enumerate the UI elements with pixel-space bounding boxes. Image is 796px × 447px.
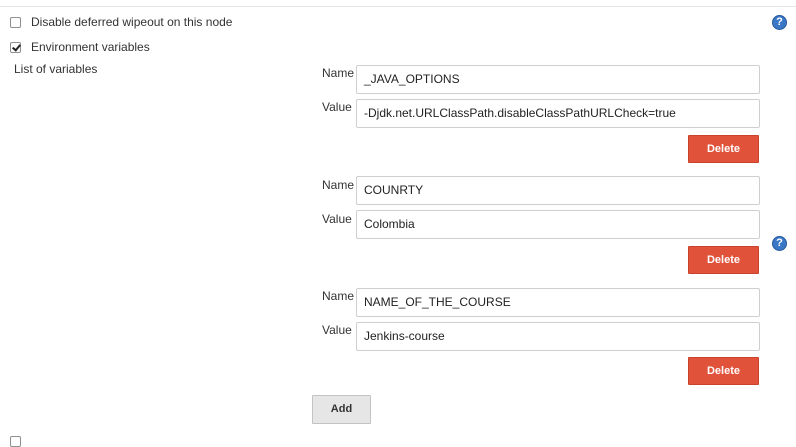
variable-2-value-input[interactable]: Colombia [356,210,760,239]
variable-3-value-label: Value [322,323,352,337]
variable-1-name-label: Name [322,66,355,80]
list-of-variables-label: List of variables [14,62,98,76]
variable-1-delete-button[interactable]: Delete [688,135,759,163]
variable-1-value-label: Value [322,100,352,114]
variable-3-name-input[interactable]: NAME_OF_THE_COURSE [356,288,760,317]
disable-wipeout-label: Disable deferred wipeout on this node [31,15,233,29]
variable-2-name-input[interactable]: COUNRTY [356,176,760,205]
section-divider [0,6,796,7]
help-icon[interactable]: ? [772,15,787,30]
variable-2-value-label: Value [322,212,352,226]
env-vars-label: Environment variables [31,40,150,54]
add-variable-button[interactable]: Add [312,395,371,424]
variable-1-value-input[interactable]: -Djdk.net.URLClassPath.disableClassPathU… [356,99,760,128]
env-vars-checkbox[interactable] [10,41,21,53]
variable-3-delete-button[interactable]: Delete [688,357,759,385]
env-vars-option[interactable]: Environment variables [10,40,150,54]
disable-wipeout-option[interactable]: Disable deferred wipeout on this node [10,15,232,29]
variable-1-name-input[interactable]: _JAVA_OPTIONS [356,65,760,94]
next-option-checkbox[interactable] [10,436,21,447]
variable-3-value-input[interactable]: Jenkins-course [356,322,760,351]
variable-2-delete-button[interactable]: Delete [688,246,759,274]
help-icon[interactable]: ? [772,236,787,251]
variable-2-name-label: Name [322,178,355,192]
disable-wipeout-checkbox[interactable] [10,16,21,28]
variable-3-name-label: Name [322,289,355,303]
